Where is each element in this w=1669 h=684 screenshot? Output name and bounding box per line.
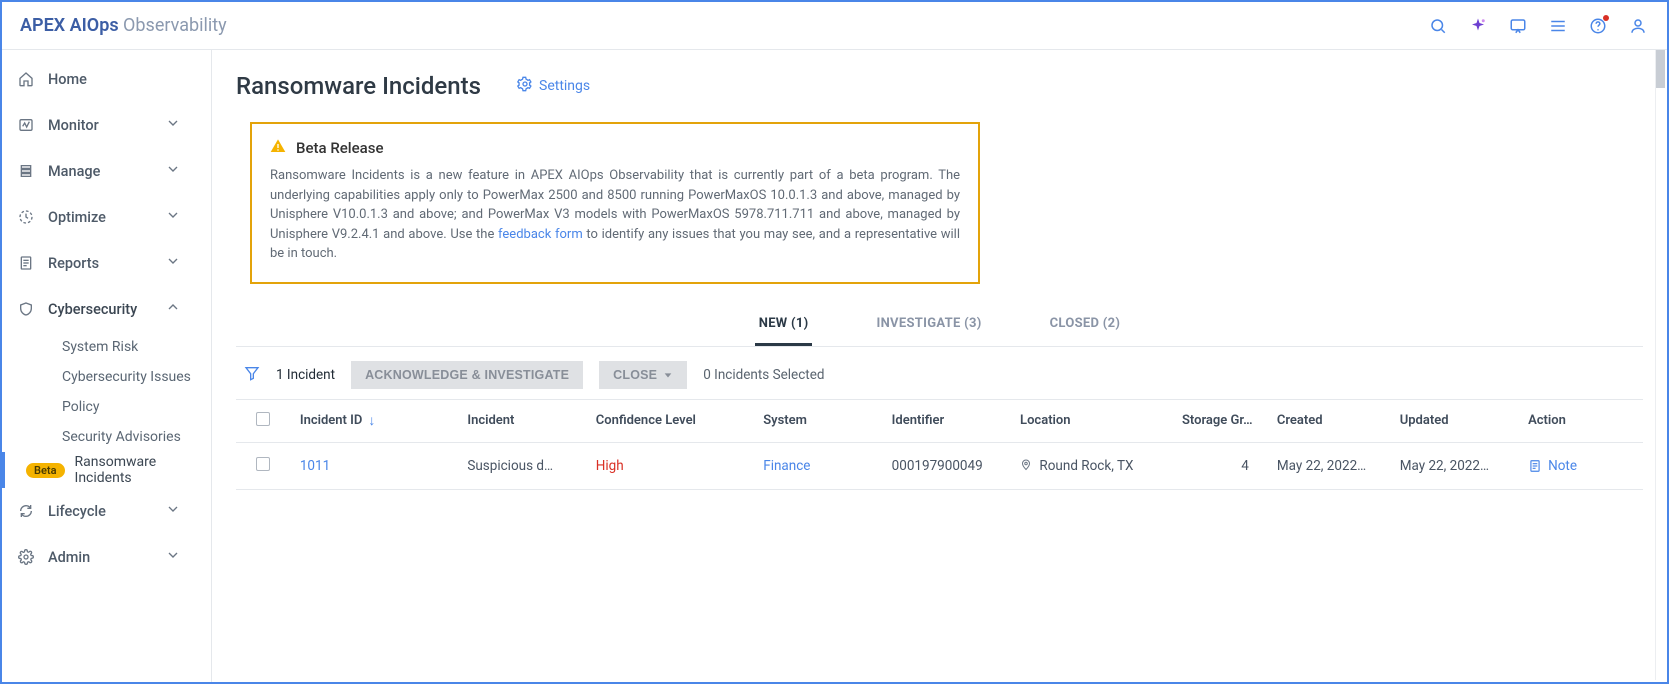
chat-icon[interactable] xyxy=(1509,17,1527,35)
sort-arrow-down-icon: ↓ xyxy=(368,412,375,429)
sidebar-item-security-advisories[interactable]: Security Advisories xyxy=(2,422,211,452)
identifier-cell: 000197900049 xyxy=(884,442,1012,489)
col-action[interactable]: Action xyxy=(1520,399,1643,442)
brand-sub: Observability xyxy=(123,15,227,36)
chevron-down-icon xyxy=(165,547,195,567)
col-location[interactable]: Location xyxy=(1012,399,1174,442)
sparkle-icon[interactable] xyxy=(1469,17,1487,35)
warning-icon xyxy=(270,138,286,158)
sidebar-item-label: Optimize xyxy=(48,209,106,226)
brand: APEX AIOps Observability xyxy=(20,15,227,36)
col-incident[interactable]: Incident xyxy=(459,399,587,442)
col-incident-id[interactable]: Incident ID ↓ xyxy=(292,399,460,442)
page-header: Ransomware Incidents Settings xyxy=(236,72,1643,100)
chevron-up-icon xyxy=(165,299,195,319)
confidence-cell: High xyxy=(588,442,756,489)
caret-down-icon xyxy=(663,370,673,380)
filter-icon[interactable] xyxy=(244,365,260,385)
sidebar-item-label: Admin xyxy=(48,549,90,566)
table-header-row: Incident ID ↓ Incident Confidence Level … xyxy=(236,399,1643,442)
chevron-down-icon xyxy=(165,501,195,521)
page-title: Ransomware Incidents xyxy=(236,72,481,100)
sidebar-item-monitor[interactable]: Monitor xyxy=(2,102,211,148)
chevron-down-icon xyxy=(165,161,195,181)
note-action[interactable]: Note xyxy=(1528,458,1635,474)
incidents-table: Incident ID ↓ Incident Confidence Level … xyxy=(236,399,1643,490)
sidebar-item-cybersecurity-issues[interactable]: Cybersecurity Issues xyxy=(2,362,211,392)
note-icon xyxy=(1528,458,1542,474)
help-icon[interactable] xyxy=(1589,17,1607,35)
location-pin-icon xyxy=(1020,458,1032,472)
tab-investigate[interactable]: INVESTIGATE (3) xyxy=(872,306,985,346)
scrollbar[interactable] xyxy=(1655,50,1665,680)
sidebar-item-optimize[interactable]: Optimize xyxy=(2,194,211,240)
sidebar-item-ransomware-incidents[interactable]: Beta Ransomware Incidents xyxy=(2,452,211,488)
sidebar-item-admin[interactable]: Admin xyxy=(2,534,211,580)
col-updated[interactable]: Updated xyxy=(1392,399,1520,442)
incident-tabs: NEW (1) INVESTIGATE (3) CLOSED (2) xyxy=(236,306,1643,347)
sidebar-item-label: Policy xyxy=(62,399,100,415)
sidebar-item-label: Security Advisories xyxy=(62,429,181,445)
incident-count: 1 Incident xyxy=(276,367,335,383)
sidebar-item-label: Ransomware Incidents xyxy=(75,454,195,486)
select-all-checkbox[interactable] xyxy=(256,412,270,426)
sidebar-item-label: Lifecycle xyxy=(48,503,106,520)
sidebar-item-lifecycle[interactable]: Lifecycle xyxy=(2,488,211,534)
sidebar-item-cybersecurity[interactable]: Cybersecurity xyxy=(2,286,211,332)
beta-heading: Beta Release xyxy=(296,139,384,157)
sidebar-item-label: Cybersecurity xyxy=(48,301,137,318)
settings-link[interactable]: Settings xyxy=(517,76,590,96)
sidebar-item-policy[interactable]: Policy xyxy=(2,392,211,422)
selected-count: 0 Incidents Selected xyxy=(703,367,824,383)
beta-release-box: Beta Release Ransomware Incidents is a n… xyxy=(250,122,980,284)
sidebar-item-label: Home xyxy=(48,71,87,88)
stack-icon[interactable] xyxy=(1549,17,1567,35)
brand-strong: APEX AIOps xyxy=(20,15,119,36)
col-storage-groups[interactable]: Storage Gr… xyxy=(1174,399,1269,442)
content-area: Ransomware Incidents Settings Beta Relea… xyxy=(212,50,1667,682)
sidebar-item-reports[interactable]: Reports xyxy=(2,240,211,286)
tab-closed[interactable]: CLOSED (2) xyxy=(1046,306,1125,346)
beta-badge: Beta xyxy=(26,463,65,478)
tab-new[interactable]: NEW (1) xyxy=(755,306,813,346)
topbar-icons xyxy=(1429,17,1647,35)
beta-text: Ransomware Incidents is a new feature in… xyxy=(270,166,960,264)
system-link[interactable]: Finance xyxy=(763,458,810,474)
col-confidence[interactable]: Confidence Level xyxy=(588,399,756,442)
sidebar-item-label: Cybersecurity Issues xyxy=(62,369,191,385)
sidebar-item-manage[interactable]: Manage xyxy=(2,148,211,194)
storage-groups-cell: 4 xyxy=(1174,442,1269,489)
location-cell: Round Rock, TX xyxy=(1012,442,1174,489)
top-bar: APEX AIOps Observability xyxy=(2,2,1667,50)
sidebar-item-label: Monitor xyxy=(48,117,99,134)
sidebar-item-home[interactable]: Home xyxy=(2,56,211,102)
chevron-down-icon xyxy=(165,207,195,227)
feedback-form-link[interactable]: feedback form xyxy=(498,227,583,242)
sidebar: Home Monitor Manage Optimize Report xyxy=(2,50,212,682)
action-bar: 1 Incident ACKNOWLEDGE & INVESTIGATE CLO… xyxy=(236,361,1643,389)
main-layout: Home Monitor Manage Optimize Report xyxy=(2,50,1667,682)
incident-id-link[interactable]: 1011 xyxy=(300,458,330,474)
settings-label: Settings xyxy=(539,78,590,94)
sidebar-item-label: System Risk xyxy=(62,339,138,355)
created-cell: May 22, 2022… xyxy=(1269,442,1392,489)
incident-cell: Suspicious d… xyxy=(459,442,587,489)
sidebar-item-label: Reports xyxy=(48,255,99,272)
table-row[interactable]: 1011 Suspicious d… High Finance 00019790… xyxy=(236,442,1643,489)
user-icon[interactable] xyxy=(1629,17,1647,35)
acknowledge-investigate-button[interactable]: ACKNOWLEDGE & INVESTIGATE xyxy=(351,361,583,389)
row-checkbox[interactable] xyxy=(256,457,270,471)
updated-cell: May 22, 2022… xyxy=(1392,442,1520,489)
sidebar-item-label: Manage xyxy=(48,163,100,180)
col-created[interactable]: Created xyxy=(1269,399,1392,442)
sidebar-item-system-risk[interactable]: System Risk xyxy=(2,332,211,362)
col-identifier[interactable]: Identifier xyxy=(884,399,1012,442)
col-system[interactable]: System xyxy=(755,399,883,442)
chevron-down-icon xyxy=(165,253,195,273)
search-icon[interactable] xyxy=(1429,17,1447,35)
chevron-down-icon xyxy=(165,115,195,135)
close-button[interactable]: CLOSE xyxy=(599,361,687,389)
gear-icon xyxy=(517,76,533,96)
